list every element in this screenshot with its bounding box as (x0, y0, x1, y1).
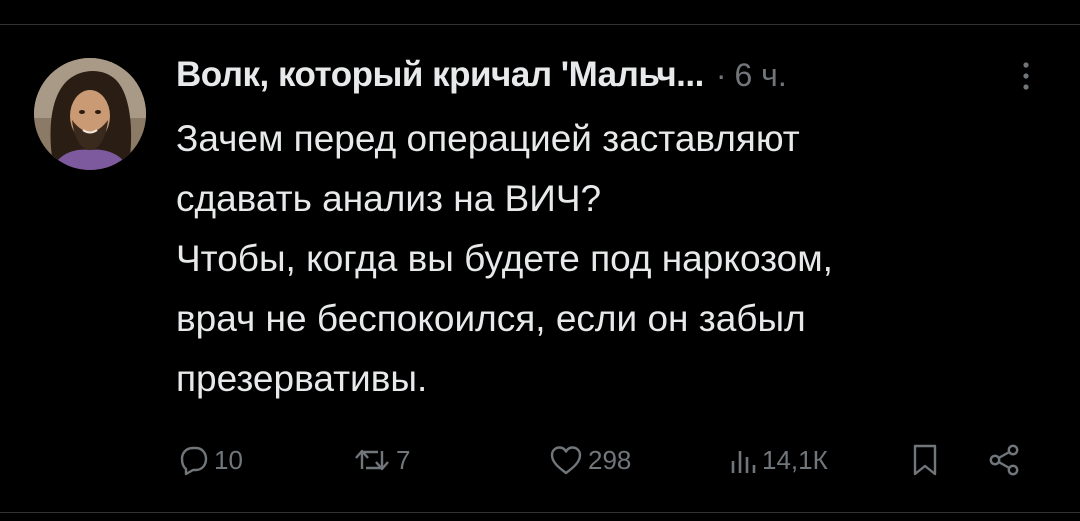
views-chart-icon (728, 443, 758, 477)
tweet-text-line: сдавать анализ на ВИЧ? (176, 178, 602, 219)
tweet-text-line: Зачем перед операцией заставляют (176, 118, 800, 159)
reply-count: 10 (214, 444, 243, 475)
tweet-text-line: врач не беспокоился, если он забыл (176, 298, 806, 339)
meta-separator: · (715, 56, 727, 93)
more-options-button[interactable] (1008, 58, 1044, 94)
avatar-image (34, 58, 146, 170)
share-icon (986, 442, 1022, 478)
tweet-text-line: Чтобы, когда вы будете под наркозом, (176, 238, 833, 279)
views-count: 14,1К (762, 444, 828, 475)
retweet-count: 7 (396, 444, 411, 475)
tweet-text-line: презервативы. (176, 358, 428, 399)
tweet-text: Зачем перед операцией заставляют сдавать… (176, 109, 1056, 409)
bookmark-icon (910, 442, 940, 478)
avatar[interactable] (34, 58, 146, 170)
reply-button[interactable]: 10 (176, 440, 243, 480)
like-button[interactable]: 298 (548, 440, 631, 480)
bottom-divider (0, 512, 1080, 513)
tweet-header: Волк, который кричал 'Мальч... · 6 ч. (176, 52, 787, 98)
heart-icon (548, 443, 584, 477)
action-bar: 10 7 298 14,1К (0, 440, 1080, 480)
bookmark-button[interactable] (910, 440, 940, 480)
share-button[interactable] (986, 440, 1022, 480)
more-vertical-icon (1022, 60, 1030, 92)
retweet-button[interactable]: 7 (352, 440, 410, 480)
views-button[interactable]: 14,1К (728, 440, 828, 480)
top-divider (0, 24, 1080, 25)
like-count: 298 (588, 444, 632, 475)
timestamp[interactable]: 6 ч. (734, 57, 786, 94)
reply-icon (176, 443, 210, 477)
retweet-icon (352, 443, 392, 477)
author-name[interactable]: Волк, который кричал 'Мальч... (176, 55, 704, 95)
